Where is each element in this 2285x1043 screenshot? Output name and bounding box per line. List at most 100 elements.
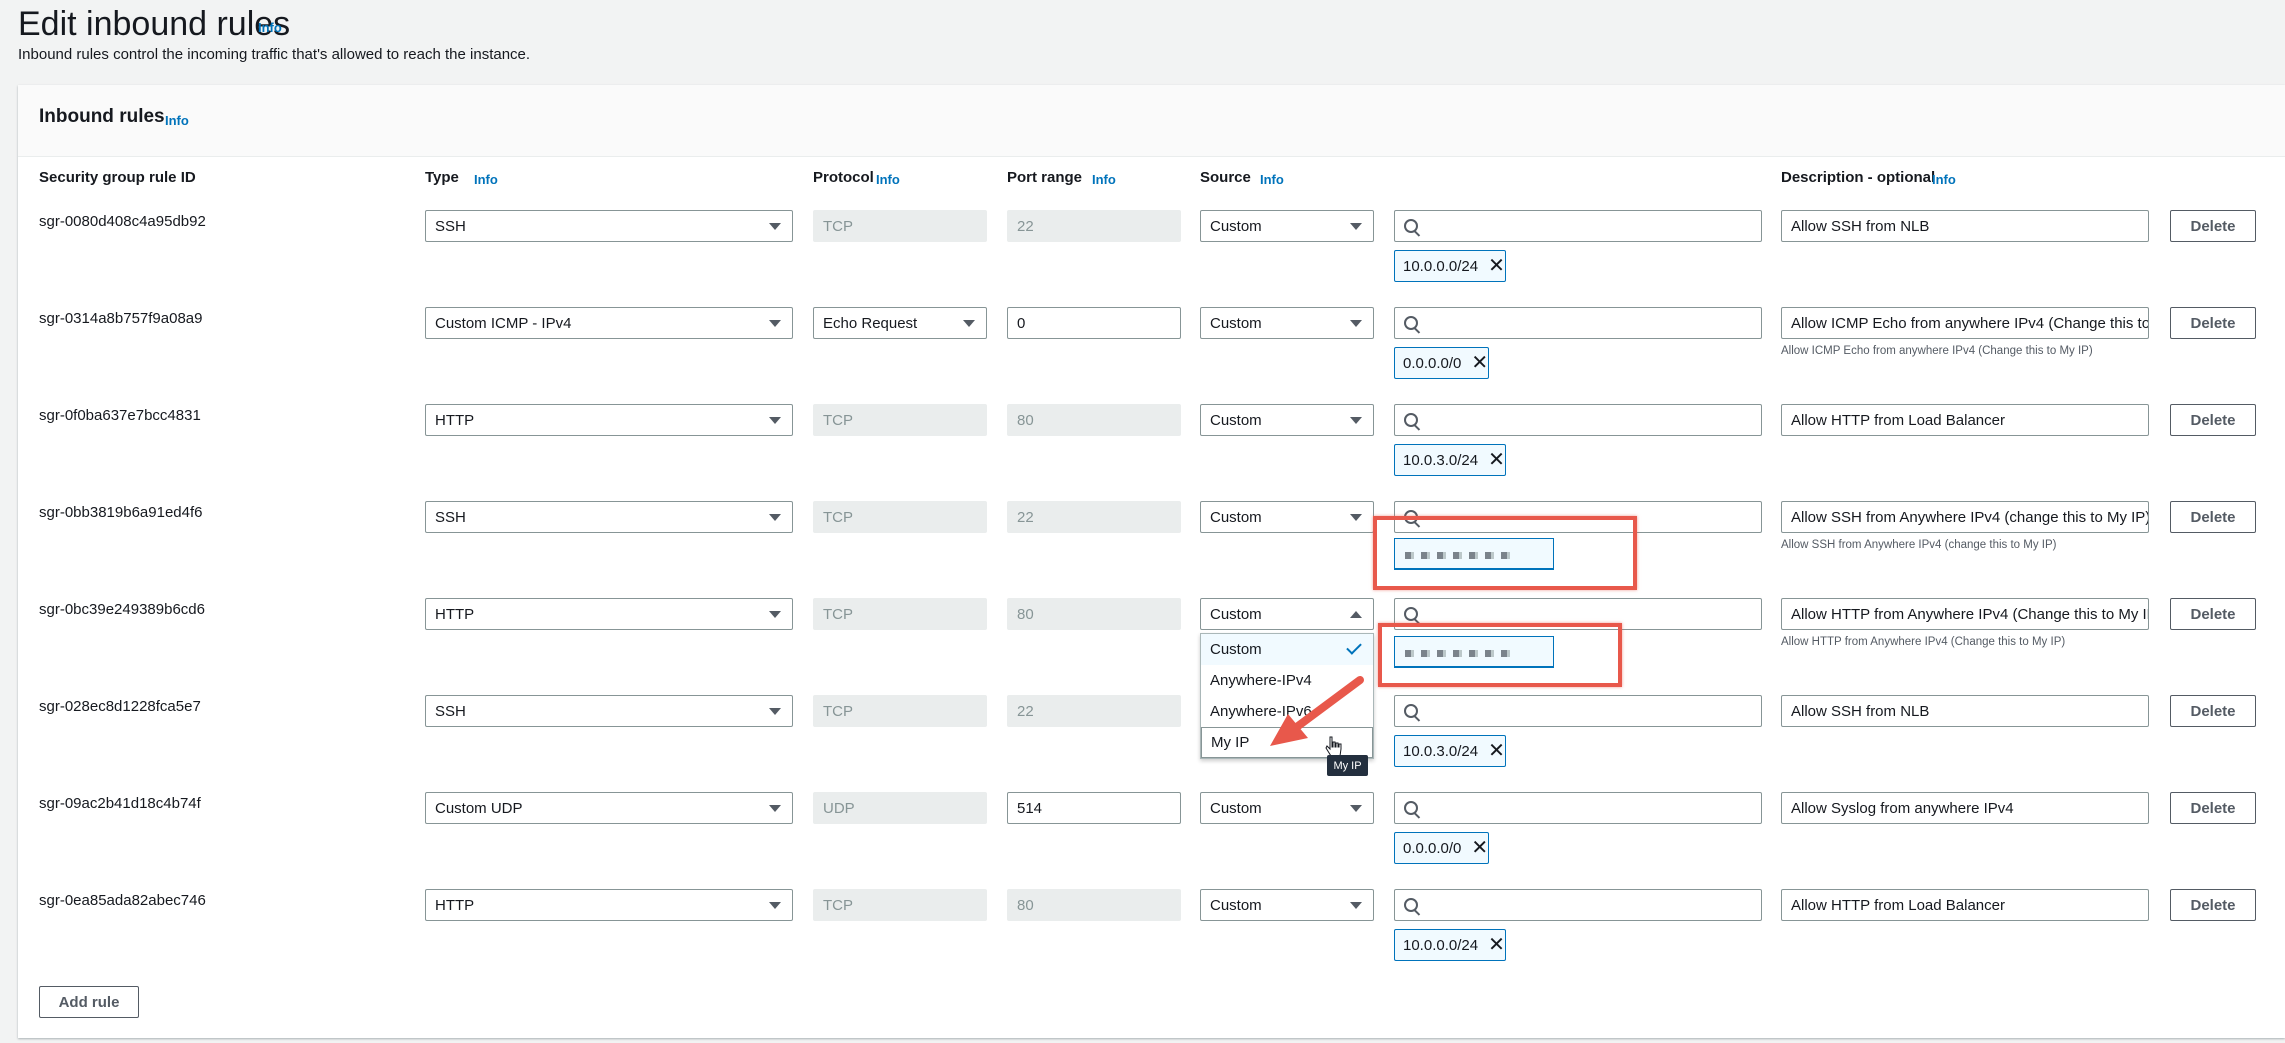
port-range-input: 22 bbox=[1007, 501, 1181, 533]
type-select[interactable]: SSH bbox=[425, 695, 793, 727]
source-select[interactable]: Custom bbox=[1200, 404, 1374, 436]
type-value: HTTP bbox=[435, 411, 475, 429]
protocol-field: TCP bbox=[813, 889, 987, 921]
description-input[interactable]: Allow HTTP from Anywhere IPv4 (Change th… bbox=[1781, 598, 2149, 630]
delete-rule-button[interactable]: Delete bbox=[2170, 404, 2256, 436]
source-select[interactable]: Custom bbox=[1200, 889, 1374, 921]
source-info-link[interactable]: Info bbox=[1260, 172, 1284, 187]
type-select[interactable]: HTTP bbox=[425, 889, 793, 921]
delete-rule-button[interactable]: Delete bbox=[2170, 501, 2256, 533]
delete-rule-button[interactable]: Delete bbox=[2170, 695, 2256, 727]
caret-down-icon bbox=[1350, 902, 1362, 909]
panel-info-link[interactable]: Info bbox=[165, 113, 189, 128]
source-select[interactable]: Custom bbox=[1200, 307, 1374, 339]
port-range-input: 80 bbox=[1007, 889, 1181, 921]
caret-up-icon bbox=[1350, 611, 1362, 618]
description-input[interactable]: Allow SSH from NLB bbox=[1781, 695, 2149, 727]
description-input[interactable]: Allow ICMP Echo from anywhere IPv4 (Chan… bbox=[1781, 307, 2149, 339]
delete-rule-button[interactable]: Delete bbox=[2170, 210, 2256, 242]
source-select[interactable]: Custom bbox=[1200, 501, 1374, 533]
protocol-field: TCP bbox=[813, 501, 987, 533]
type-value: Custom ICMP - IPv4 bbox=[435, 314, 572, 332]
caret-down-icon bbox=[1350, 320, 1362, 327]
description-input[interactable]: Allow SSH from Anywhere IPv4 (change thi… bbox=[1781, 501, 2149, 533]
delete-rule-button[interactable]: Delete bbox=[2170, 307, 2256, 339]
source-value: Custom bbox=[1210, 605, 1262, 623]
tooltip: My IP bbox=[1327, 755, 1368, 776]
type-select[interactable]: SSH bbox=[425, 210, 793, 242]
port-range-info-link[interactable]: Info bbox=[1092, 172, 1116, 187]
cidr-search-input[interactable] bbox=[1394, 792, 1762, 824]
inbound-rules-panel: Inbound rules Info Security group rule I… bbox=[18, 85, 2285, 1038]
port-range-input: 22 bbox=[1007, 695, 1181, 727]
protocol-value: Echo Request bbox=[823, 314, 918, 332]
source-value: Custom bbox=[1210, 411, 1262, 429]
search-icon bbox=[1404, 607, 1418, 621]
option-custom[interactable]: Custom bbox=[1201, 634, 1373, 665]
search-icon bbox=[1404, 898, 1418, 912]
type-select[interactable]: HTTP bbox=[425, 404, 793, 436]
port-range-input[interactable]: 0 bbox=[1007, 307, 1181, 339]
type-select[interactable]: HTTP bbox=[425, 598, 793, 630]
delete-rule-button[interactable]: Delete bbox=[2170, 792, 2256, 824]
description-info-link[interactable]: Info bbox=[1932, 172, 1956, 187]
source-value: Custom bbox=[1210, 217, 1262, 235]
caret-down-icon bbox=[1350, 805, 1362, 812]
rule-id: sgr-0bc39e249389b6cd6 bbox=[39, 601, 205, 618]
remove-icon[interactable]: ✕ bbox=[1488, 741, 1505, 761]
source-value: Custom bbox=[1210, 314, 1262, 332]
caret-down-icon bbox=[769, 611, 781, 618]
rule-id: sgr-0314a8b757f9a08a9 bbox=[39, 310, 203, 327]
cidr-value: 0.0.0.0/0 bbox=[1403, 354, 1462, 372]
source-select[interactable]: Custom bbox=[1200, 598, 1374, 630]
description-hint: Allow SSH from Anywhere IPv4 (change thi… bbox=[1781, 539, 2057, 551]
rule-id: sgr-09ac2b41d18c4b74f bbox=[39, 795, 201, 812]
option-label: My IP bbox=[1211, 734, 1250, 751]
type-value: HTTP bbox=[435, 896, 475, 914]
search-icon bbox=[1404, 801, 1418, 815]
rule-id: sgr-0bb3819b6a91ed4f6 bbox=[39, 504, 203, 521]
description-input[interactable]: Allow Syslog from anywhere IPv4 bbox=[1781, 792, 2149, 824]
description-input[interactable]: Allow HTTP from Load Balancer bbox=[1781, 404, 2149, 436]
panel-header: Inbound rules Info bbox=[18, 85, 2285, 157]
type-select[interactable]: Custom ICMP - IPv4 bbox=[425, 307, 793, 339]
remove-icon[interactable]: ✕ bbox=[1488, 450, 1505, 470]
description-input[interactable]: Allow HTTP from Load Balancer bbox=[1781, 889, 2149, 921]
type-info-link[interactable]: Info bbox=[474, 172, 498, 187]
cidr-search-input[interactable] bbox=[1394, 889, 1762, 921]
type-select[interactable]: Custom UDP bbox=[425, 792, 793, 824]
description-hint: Allow ICMP Echo from anywhere IPv4 (Chan… bbox=[1781, 345, 2093, 357]
cidr-search-input[interactable] bbox=[1394, 404, 1762, 436]
rule-id: sgr-0080d408c4a95db92 bbox=[39, 213, 206, 230]
protocol-field: TCP bbox=[813, 210, 987, 242]
delete-rule-button[interactable]: Delete bbox=[2170, 889, 2256, 921]
search-icon bbox=[1404, 704, 1418, 718]
col-header-rule-id: Security group rule ID bbox=[39, 169, 196, 186]
protocol-field: TCP bbox=[813, 404, 987, 436]
protocol-select[interactable]: Echo Request bbox=[813, 307, 987, 339]
remove-icon[interactable]: ✕ bbox=[1488, 935, 1505, 955]
type-select[interactable]: SSH bbox=[425, 501, 793, 533]
source-value: Custom bbox=[1210, 896, 1262, 914]
source-select[interactable]: Custom bbox=[1200, 792, 1374, 824]
caret-down-icon bbox=[1350, 417, 1362, 424]
source-value: Custom bbox=[1210, 508, 1262, 526]
cidr-search-input[interactable] bbox=[1394, 210, 1762, 242]
remove-icon[interactable]: ✕ bbox=[1471, 353, 1488, 373]
cidr-token: 10.0.3.0/24 ✕ bbox=[1394, 735, 1506, 767]
protocol-info-link[interactable]: Info bbox=[876, 172, 900, 187]
cidr-search-input[interactable] bbox=[1394, 307, 1762, 339]
source-select[interactable]: Custom bbox=[1200, 210, 1374, 242]
caret-down-icon bbox=[769, 514, 781, 521]
description-input[interactable]: Allow SSH from NLB bbox=[1781, 210, 2149, 242]
port-range-input[interactable]: 514 bbox=[1007, 792, 1181, 824]
cidr-search-input[interactable] bbox=[1394, 695, 1762, 727]
remove-icon[interactable]: ✕ bbox=[1471, 838, 1488, 858]
search-icon bbox=[1404, 316, 1418, 330]
remove-icon[interactable]: ✕ bbox=[1488, 256, 1505, 276]
add-rule-button[interactable]: Add rule bbox=[39, 986, 139, 1018]
cidr-token: 10.0.0.0/24 ✕ bbox=[1394, 929, 1506, 961]
delete-rule-button[interactable]: Delete bbox=[2170, 598, 2256, 630]
page-info-link[interactable]: Info bbox=[258, 20, 282, 35]
type-value: SSH bbox=[435, 508, 466, 526]
